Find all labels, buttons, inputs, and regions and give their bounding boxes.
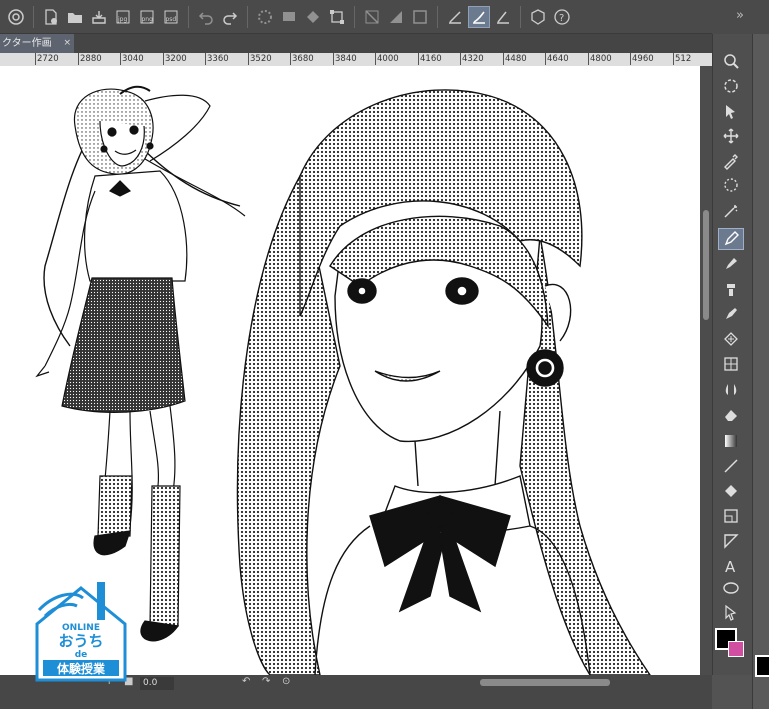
vertical-scrollbar-thumb[interactable] <box>703 210 709 320</box>
magic-wand-icon[interactable] <box>718 200 744 222</box>
ruler-tick: 3360 <box>205 53 229 65</box>
reset-rotation-icon[interactable]: ⊙ <box>282 676 290 687</box>
ruler-tick: 3680 <box>290 53 314 65</box>
lasso-icon[interactable] <box>718 175 744 197</box>
svg-text:jpg: jpg <box>117 16 127 23</box>
clear-icon[interactable] <box>302 6 324 28</box>
ruler-tick: 4800 <box>588 53 612 65</box>
zoom-value[interactable]: 0.0 <box>140 677 174 690</box>
pen-icon[interactable] <box>718 228 744 250</box>
balloon-icon[interactable] <box>718 578 744 600</box>
export-jpg-icon[interactable]: jpg <box>112 6 134 28</box>
collapse-panel-button[interactable]: » <box>736 8 744 23</box>
snap-grid-icon[interactable] <box>409 6 431 28</box>
move-icon[interactable] <box>718 125 744 147</box>
online-lesson-logo: ONLINE おうち de 体験授業 <box>33 580 129 682</box>
ruler-tick: 4320 <box>460 53 484 65</box>
line-icon[interactable] <box>718 455 744 477</box>
fill-icon[interactable] <box>718 480 744 502</box>
ruler-tick: 3200 <box>163 53 187 65</box>
portrait-figure <box>236 89 651 675</box>
new-file-icon[interactable] <box>40 6 62 28</box>
help-icon[interactable]: ? <box>551 6 573 28</box>
pencil-icon[interactable] <box>718 253 744 275</box>
3d-icon[interactable] <box>527 6 549 28</box>
decoration-icon[interactable] <box>718 328 744 350</box>
eraser-icon[interactable] <box>718 403 744 425</box>
close-tab-icon[interactable]: × <box>63 34 71 53</box>
svg-text:A: A <box>725 558 736 575</box>
document-tab-title: クター作画 <box>2 38 52 49</box>
pen-pressure-icon[interactable] <box>444 6 466 28</box>
logo-lesson-text: 体験授業 <box>57 661 106 676</box>
svg-text:psd: psd <box>166 16 177 23</box>
clip-studio-icon[interactable] <box>5 6 27 28</box>
redo-icon[interactable] <box>219 6 241 28</box>
rotate-icon[interactable] <box>718 75 744 97</box>
airbrush-icon[interactable] <box>718 303 744 325</box>
gradient-icon[interactable] <box>718 430 744 452</box>
sub-color-swatch[interactable] <box>728 641 744 657</box>
color-swatch-right[interactable] <box>755 655 769 677</box>
snap-off-icon[interactable] <box>361 6 383 28</box>
rotate-right-icon[interactable]: ↷ <box>262 676 270 687</box>
logo-ouchi-text: おうち <box>58 632 103 650</box>
blend-icon[interactable] <box>718 353 744 375</box>
stroke-icon[interactable] <box>468 5 490 28</box>
special-ruler-icon[interactable] <box>492 6 514 28</box>
open-file-icon[interactable] <box>64 6 86 28</box>
text-icon[interactable]: A <box>718 555 744 577</box>
transform-icon[interactable] <box>326 6 348 28</box>
svg-text:?: ? <box>559 13 564 24</box>
ruler-tick: 512 <box>672 53 692 65</box>
eyedropper-icon[interactable] <box>718 150 744 172</box>
correct-line-icon[interactable] <box>718 601 744 623</box>
full-body-figure <box>35 85 246 642</box>
ruler-tick: 4640 <box>545 53 569 65</box>
ruler-tick: 2720 <box>35 53 59 65</box>
tab-bar <box>0 34 712 53</box>
ruler-tick: 2880 <box>78 53 102 65</box>
ruler-tick: 4160 <box>418 53 442 65</box>
liquify-icon[interactable] <box>718 378 744 400</box>
side-panel-edge <box>752 34 769 709</box>
fill-selection-icon[interactable] <box>278 6 300 28</box>
logo-de-text: de <box>75 650 88 660</box>
rotate-left-icon[interactable]: ↶ <box>242 676 250 687</box>
zoom-icon[interactable] <box>718 50 744 72</box>
svg-text:png: png <box>142 16 154 23</box>
frame-icon[interactable] <box>718 505 744 527</box>
undo-icon[interactable] <box>195 6 217 28</box>
ruler-tick: 3040 <box>120 53 144 65</box>
vertical-scrollbar[interactable] <box>700 66 712 675</box>
horizontal-scrollbar-thumb[interactable] <box>480 679 610 686</box>
save-icon[interactable] <box>88 6 110 28</box>
ruler-icon[interactable] <box>718 530 744 552</box>
horizontal-ruler: 2720 2880 3040 3200 3360 3520 3680 3840 … <box>0 53 712 67</box>
export-psd-icon[interactable]: psd <box>160 6 182 28</box>
main-toolbar: jpg png psd ? <box>0 0 712 34</box>
brush-icon[interactable] <box>718 278 744 300</box>
ruler-tick: 3520 <box>248 53 272 65</box>
ruler-tick: 4000 <box>375 53 399 65</box>
loading-icon[interactable] <box>254 6 276 28</box>
ruler-tick: 3840 <box>333 53 357 65</box>
ruler-tick: 4960 <box>630 53 654 65</box>
document-tab[interactable]: クター作画 × <box>0 34 74 53</box>
ruler-tick: 4480 <box>503 53 527 65</box>
object-icon[interactable] <box>718 100 744 122</box>
export-png-icon[interactable]: png <box>136 6 158 28</box>
snap-ruler-icon[interactable] <box>385 6 407 28</box>
